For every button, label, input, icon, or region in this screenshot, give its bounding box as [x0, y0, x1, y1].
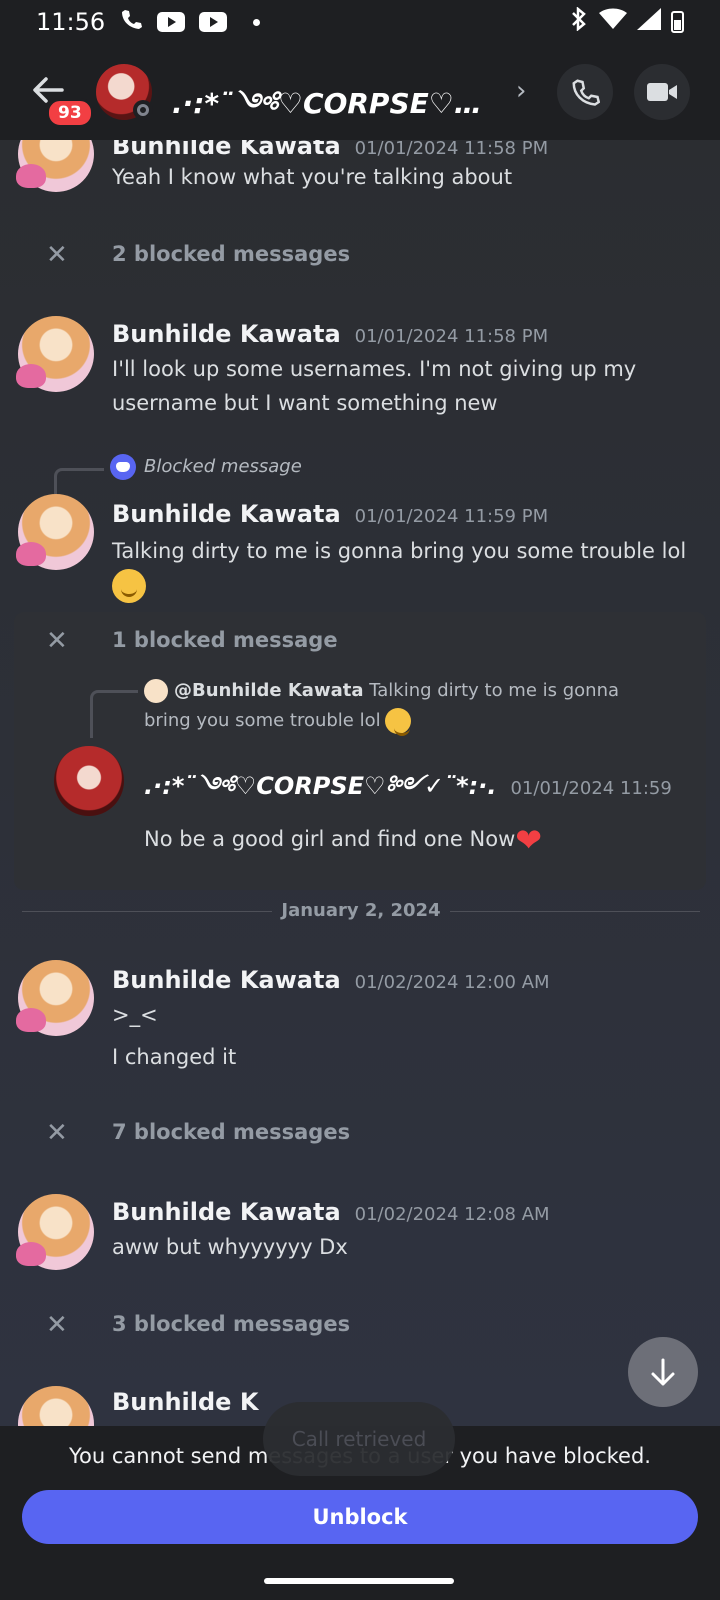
message-author-row: Bunhilde Kawata 01/01/2024 11:59 PM	[112, 500, 548, 528]
message-author-row: Bunhilde Kawata 01/01/2024 11:58 PM	[112, 320, 548, 348]
system-nav-bar	[0, 1556, 720, 1600]
avatar[interactable]	[16, 960, 94, 1036]
close-icon[interactable]: ✕	[46, 1310, 68, 1340]
message-author[interactable]: .·:*¨༺♡CORPSE♡༻✓¨*:·.	[144, 772, 496, 800]
message-author[interactable]: Bunhilde Kawata	[112, 1198, 341, 1226]
video-camera-icon	[647, 83, 677, 101]
message-timestamp: 01/01/2024 11:58 PM	[354, 326, 549, 347]
phone-icon	[119, 7, 143, 37]
avatar[interactable]	[16, 494, 94, 570]
unread-badge: 93	[46, 98, 94, 128]
reply-author: @Bunhilde Kawata	[174, 680, 364, 701]
message-text: Yeah I know what you're talking about	[112, 165, 513, 189]
message-timestamp: 01/02/2024 12:00 AM	[354, 972, 550, 993]
date-divider: January 2, 2024	[22, 900, 700, 924]
close-icon[interactable]: ✕	[46, 240, 68, 270]
message-author[interactable]: Bunhilde Kawata	[112, 320, 341, 348]
phone-call-icon	[572, 79, 600, 106]
expanded-blocked-block: ✕ 1 blocked message @Bunhilde Kawata Tal…	[14, 612, 706, 890]
avatar[interactable]	[54, 746, 124, 816]
message-timestamp: 01/01/2024 11:59	[510, 778, 672, 799]
message-author[interactable]: Bunhilde K	[112, 1388, 258, 1416]
signal-icon	[637, 8, 661, 36]
message-author[interactable]: Bunhilde Kawata	[112, 966, 341, 994]
message-author-row: Bunhilde Kawata 01/02/2024 12:00 AM	[112, 966, 550, 994]
blocked-messages-label: 2 blocked messages	[112, 242, 351, 266]
message-timestamp: 01/02/2024 12:08 AM	[354, 1204, 550, 1225]
chat-header: 93 .·:*¨༺♡CORPSE♡… ›	[0, 44, 720, 140]
avatar[interactable]	[16, 140, 94, 192]
avatar[interactable]	[18, 1386, 94, 1426]
yum-emoji-icon	[384, 708, 411, 736]
avatar	[144, 679, 168, 703]
message-list[interactable]: Bunhilde Kawata 01/01/2024 11:58 PM Yeah …	[0, 140, 720, 1426]
video-call-button[interactable]	[634, 64, 690, 120]
unblock-button[interactable]: Unblock	[22, 1490, 698, 1544]
discord-icon	[110, 454, 136, 480]
message-text: I changed it	[112, 1045, 237, 1069]
message-text: Talking dirty to me is gonna bring you s…	[112, 539, 687, 563]
arrow-down-icon	[651, 1358, 675, 1386]
message-text: No be a good girl and find one Now	[144, 827, 516, 851]
message-author[interactable]: Bunhilde Kawata	[112, 140, 341, 160]
close-icon[interactable]: ✕	[46, 1118, 68, 1148]
status-bar: 11:56	[0, 0, 720, 44]
message-text: aww but whyyyyyy Dx	[112, 1235, 348, 1259]
avatar[interactable]	[16, 1194, 94, 1270]
blocked-messages-row[interactable]: ✕ 2 blocked messages	[0, 236, 720, 276]
yum-emoji-icon	[112, 569, 146, 603]
message-author-row: .·:*¨༺♡CORPSE♡༻✓¨*:·. 01/01/2024 11:59	[144, 760, 672, 827]
reply-label: Blocked message	[144, 456, 302, 477]
blocked-messages-row[interactable]: ✕ 1 blocked message	[0, 622, 720, 662]
message-author-row: Bunhilde Kawata 01/02/2024 12:08 AM	[112, 1198, 550, 1226]
message-text: >_<	[112, 1003, 158, 1027]
scroll-to-bottom-button[interactable]	[628, 1337, 698, 1407]
youtube-icon-2	[199, 12, 228, 32]
message-text: I'll look up some usernames. I'm not giv…	[112, 357, 637, 415]
date-divider-label: January 2, 2024	[281, 900, 441, 921]
youtube-icon	[157, 12, 186, 32]
home-gesture-handle[interactable]	[264, 1578, 454, 1584]
message-author-row: Bunhilde Kawata 01/01/2024 11:58 PM	[112, 140, 548, 160]
reply-connector	[90, 690, 138, 738]
blocked-messages-row[interactable]: ✕ 3 blocked messages	[0, 1306, 720, 1346]
blocked-messages-label: 7 blocked messages	[112, 1120, 351, 1144]
reply-preview[interactable]: Blocked message	[110, 454, 302, 480]
battery-icon	[671, 11, 684, 33]
blocked-messages-label: 3 blocked messages	[112, 1312, 351, 1336]
message-timestamp: 01/01/2024 11:58 PM	[354, 140, 549, 159]
reply-preview[interactable]: @Bunhilde Kawata Talking dirty to me is …	[144, 676, 624, 736]
close-icon[interactable]: ✕	[46, 626, 68, 656]
bluetooth-icon	[569, 6, 589, 37]
reply-connector	[54, 468, 104, 494]
wifi-icon	[599, 8, 627, 36]
notification-dot-icon	[253, 18, 261, 26]
chevron-right-icon[interactable]: ›	[516, 76, 526, 106]
message-text-row: Talking dirty to me is gonna bring you s…	[112, 534, 702, 603]
heart-emoji-icon: ❤	[515, 821, 543, 859]
toast-notification: Call retrieved	[263, 1402, 455, 1476]
avatar[interactable]	[16, 316, 94, 392]
offline-status-icon	[133, 100, 153, 120]
message-timestamp: 01/01/2024 11:59 PM	[354, 506, 549, 527]
voice-call-button[interactable]	[557, 64, 613, 120]
message-author[interactable]: Bunhilde Kawata	[112, 500, 341, 528]
blocked-messages-label: 1 blocked message	[112, 628, 338, 652]
blocked-messages-row[interactable]: ✕ 7 blocked messages	[0, 1114, 720, 1154]
status-time: 11:56	[36, 8, 106, 36]
message-text-row: No be a good girl and find one Now❤	[144, 822, 684, 857]
